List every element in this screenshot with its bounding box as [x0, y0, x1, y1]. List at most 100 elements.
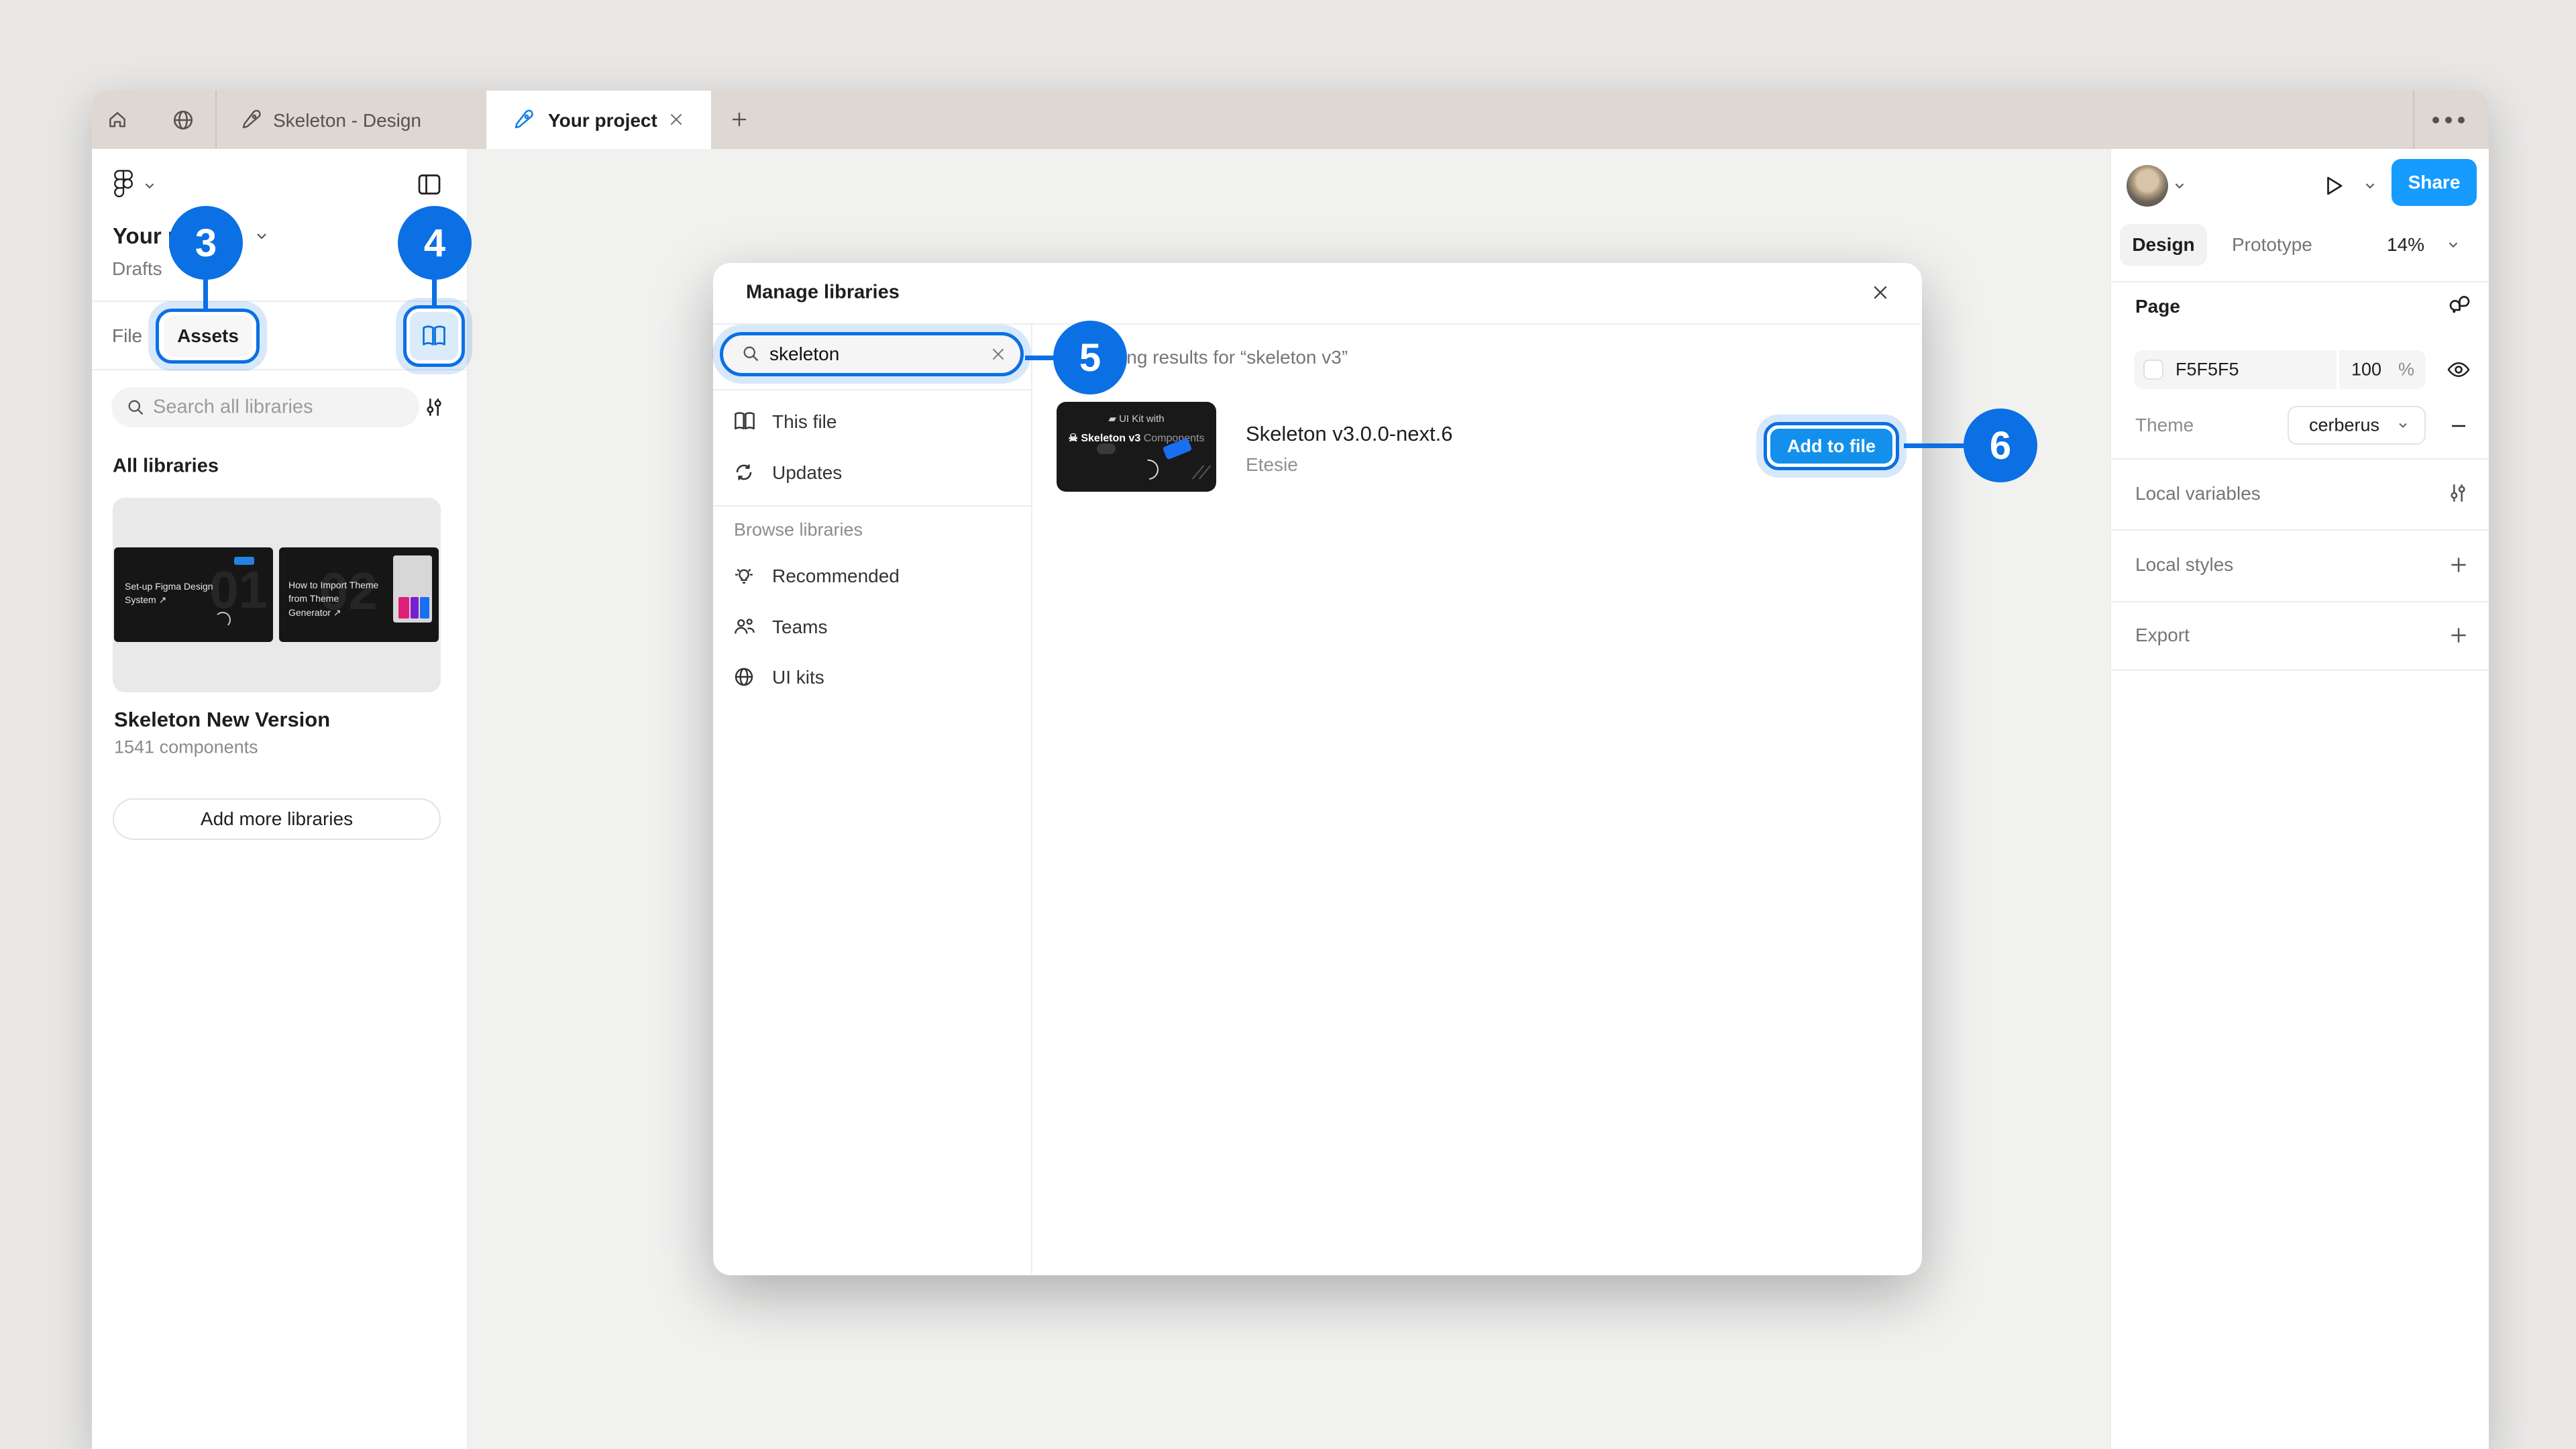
- home-icon[interactable]: [107, 109, 128, 131]
- community-globe-icon[interactable]: [172, 109, 195, 131]
- annotation-badge-4: 4: [398, 206, 472, 280]
- nav-item-teams[interactable]: Teams: [728, 608, 1016, 646]
- close-tab-icon[interactable]: [667, 111, 685, 128]
- tab-skeleton-design[interactable]: Skeleton - Design: [215, 91, 486, 149]
- tab-prototype[interactable]: Prototype: [2232, 234, 2312, 256]
- right-inspector-panel: [2110, 149, 2489, 1449]
- tab-your-project[interactable]: Your project: [486, 91, 711, 149]
- remove-minus-icon[interactable]: [2449, 416, 2469, 436]
- users-icon: [733, 616, 756, 637]
- pen-nib-icon-blue: [513, 109, 535, 130]
- divider: [2110, 281, 2489, 282]
- divider: [2110, 669, 2489, 671]
- add-to-file-button[interactable]: Add to file: [1770, 429, 1892, 464]
- add-style-plus-icon[interactable]: [2448, 554, 2469, 576]
- local-styles-label: Local styles: [2135, 554, 2234, 575]
- thumb-arc-decoration: [215, 612, 231, 628]
- result-thumb-line2: ☠ Skeleton v3 Components: [1068, 433, 1205, 444]
- badge-number: 4: [423, 221, 446, 265]
- add-more-libraries-button[interactable]: Add more libraries: [113, 798, 441, 840]
- color-hex-value[interactable]: F5F5F5: [2176, 360, 2239, 380]
- clear-search-icon[interactable]: [989, 345, 1007, 363]
- export-label: Export: [2135, 625, 2190, 645]
- new-tab-plus-icon[interactable]: [729, 109, 749, 129]
- variables-sliders-icon[interactable]: [2447, 482, 2469, 504]
- result-thumbnail: ▰ UI Kit with ☠ Skeleton v3 Components: [1057, 402, 1216, 492]
- thumb-text: UI Kit with: [1119, 413, 1165, 425]
- search-placeholder: Search all libraries: [153, 396, 313, 418]
- lightbulb-icon: [733, 565, 755, 586]
- breadcrumb-drafts[interactable]: Drafts: [112, 258, 162, 280]
- toggle-sidebar-icon[interactable]: [417, 173, 441, 196]
- divider: [92, 301, 468, 302]
- tab-label: Skeleton - Design: [273, 110, 422, 131]
- thumb-arc-decoration: [1134, 455, 1163, 484]
- color-swatch[interactable]: [2143, 360, 2163, 380]
- filter-sliders-icon[interactable]: [423, 396, 445, 419]
- modal-title: Manage libraries: [746, 281, 900, 303]
- annotation-badge-6: 6: [1964, 409, 2037, 482]
- all-libraries-heading: All libraries: [113, 455, 219, 477]
- close-modal-icon[interactable]: [1870, 282, 1890, 303]
- chevron-down-icon[interactable]: [2446, 237, 2461, 252]
- pen-nib-icon: [241, 109, 262, 130]
- nav-item-updates[interactable]: Updates: [728, 454, 1016, 492]
- modal-search-input[interactable]: skeleton: [720, 332, 1024, 376]
- chevron-down-icon[interactable]: [254, 228, 270, 244]
- chevron-down-icon[interactable]: [2172, 178, 2187, 193]
- add-more-libraries-label: Add more libraries: [200, 808, 354, 829]
- chevron-down-icon[interactable]: [142, 178, 157, 193]
- search-icon: [126, 398, 145, 417]
- styles-icon[interactable]: [2447, 294, 2471, 318]
- library-card-title: Skeleton New Version: [114, 708, 331, 731]
- chevron-down-icon[interactable]: [2363, 178, 2377, 193]
- more-options-icon[interactable]: [2430, 114, 2467, 126]
- nav-item-this-file[interactable]: This file: [728, 403, 1016, 441]
- annotation-stem-5: [1025, 356, 1057, 360]
- theme-dropdown[interactable]: cerberus: [2288, 406, 2426, 445]
- globe-icon: [733, 666, 755, 688]
- search-icon: [741, 344, 760, 363]
- thumb-caption: Set-up Figma Design System ↗: [125, 581, 213, 606]
- nav-item-ui-kits[interactable]: UI kits: [728, 659, 1016, 696]
- thumb-slash: [1191, 465, 1205, 480]
- avatar[interactable]: [2127, 165, 2168, 207]
- annotation-stem-6: [1904, 443, 1968, 448]
- eye-visibility-icon[interactable]: [2446, 358, 2471, 382]
- search-libraries-input[interactable]: Search all libraries: [111, 387, 419, 427]
- add-export-plus-icon[interactable]: [2448, 625, 2469, 646]
- nav-label: UI kits: [772, 667, 824, 688]
- library-card-subtitle: 1541 components: [114, 737, 258, 757]
- opacity-value: 100: [2351, 359, 2382, 380]
- divider: [2110, 458, 2489, 460]
- thumb-blue-chip: [234, 557, 254, 565]
- result-author: Etesie: [1246, 454, 1298, 475]
- tab-assets[interactable]: Assets: [164, 315, 252, 357]
- tab-assets-label: Assets: [177, 325, 239, 346]
- present-play-icon[interactable]: [2321, 173, 2345, 199]
- annotation-badge-5: 5: [1053, 321, 1127, 394]
- nav-label: This file: [772, 411, 837, 432]
- tab-design[interactable]: Design: [2120, 224, 2207, 266]
- tabbar-divider: [2413, 91, 2414, 149]
- figma-menu-logo-icon[interactable]: [113, 169, 134, 200]
- annotation-stem-3: [203, 278, 208, 311]
- badge-number: 3: [195, 221, 217, 265]
- libraries-button[interactable]: [410, 312, 458, 360]
- tab-label: Your project: [548, 110, 657, 131]
- modal-header-divider: [713, 323, 1921, 325]
- share-button[interactable]: Share: [2392, 159, 2477, 206]
- badge-number: 6: [1989, 423, 2012, 468]
- page-color-field[interactable]: F5F5F5: [2134, 350, 2337, 389]
- divider: [2110, 601, 2489, 602]
- nav-item-recommended[interactable]: Recommended: [728, 557, 1016, 595]
- screen: Skeleton - Design Your project Your proj…: [0, 0, 2576, 1449]
- nav-label: Updates: [772, 462, 843, 483]
- thumb-caption: How to Import Theme from Theme Generator…: [288, 580, 379, 618]
- zoom-level[interactable]: 14%: [2387, 234, 2424, 256]
- page-color-opacity-field[interactable]: 100 %: [2339, 350, 2426, 389]
- share-label: Share: [2408, 172, 2461, 193]
- divider: [713, 389, 1031, 390]
- library-thumbnail-1: 01 Set-up Figma Design System ↗: [114, 547, 273, 642]
- tab-file[interactable]: File: [112, 325, 142, 347]
